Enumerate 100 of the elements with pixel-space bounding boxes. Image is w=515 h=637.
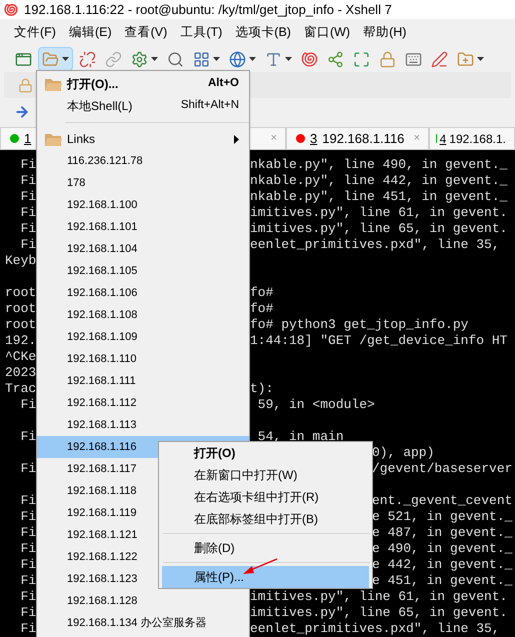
terminal-text: 59, in <module>: [256, 397, 375, 412]
menu-item[interactable]: 在右选项卡组中打开(R): [162, 486, 369, 508]
terminal-text: e 451, in gevent._: [372, 573, 512, 588]
tab[interactable]: 4 192.168.1.: [429, 127, 515, 150]
terminal-text: e 521, in gevent._: [372, 509, 512, 524]
terminal-text: 0), app): [372, 445, 434, 460]
menu-item[interactable]: 192.168.1.101: [37, 216, 249, 238]
menu-item[interactable]: 192.168.1.113: [37, 414, 249, 436]
terminal-text: Fi: [20, 189, 36, 204]
menu-item[interactable]: 删除(D): [162, 537, 369, 559]
menu-bar-item[interactable]: 查看(V): [124, 23, 168, 42]
terminal-text: root: [5, 301, 36, 316]
terminal-text: e 442, in gevent._: [372, 557, 512, 572]
app-logo-icon: [4, 2, 18, 16]
menu-bar-item[interactable]: 编辑(E): [68, 23, 112, 42]
terminal-text: 54, in main: [256, 429, 344, 444]
pen-icon: [431, 50, 448, 68]
terminal-text: nkable.py", line 442, in gevent._: [250, 173, 508, 188]
terminal-text: Fi: [20, 429, 36, 444]
terminal-text: Fi: [20, 605, 36, 620]
menu-item[interactable]: 178: [37, 172, 249, 194]
terminal-text: e 490, in gevent._: [372, 541, 512, 556]
terminal-text: Fi: [20, 525, 36, 540]
menu-item[interactable]: 在新窗口中打开(W): [162, 464, 369, 486]
fullscreen-icon: [353, 50, 370, 68]
menu-item[interactable]: 192.168.1.128: [37, 590, 249, 612]
terminal-text: Fi: [20, 237, 36, 252]
menu-item[interactable]: 192.168.1.106: [37, 282, 249, 304]
terminal-text: Fi: [20, 541, 36, 556]
menu-bar-item[interactable]: 工具(T): [180, 23, 222, 42]
pointer-arrow: [242, 558, 278, 576]
font-icon: [265, 50, 282, 68]
open-folder-icon: [42, 50, 59, 68]
submenu-arrow-icon: [234, 134, 239, 144]
terminal-text: Fi: [20, 461, 36, 476]
terminal-text: Fi: [20, 557, 36, 572]
terminal-text: fo#: [250, 301, 274, 316]
terminal-text: 2023: [5, 365, 36, 380]
menu-item[interactable]: 192.168.1.105: [37, 260, 249, 282]
terminal-text: Fi: [20, 221, 36, 236]
toolbar-button[interactable]: [38, 47, 73, 71]
caret-icon: [151, 57, 158, 61]
terminal-text: Fi: [20, 573, 36, 588]
terminal-text: Fi: [20, 493, 36, 508]
terminal-text: ^CKe: [5, 349, 36, 364]
terminal-text: ent._gevent_cevent: [372, 493, 512, 508]
terminal-text: imitives.py", line 65, in gevent.: [250, 221, 508, 236]
menu-bar-item[interactable]: 文件(F): [14, 23, 56, 42]
transfer-icon[interactable]: [14, 104, 30, 120]
terminal-text: Fi: [20, 589, 36, 604]
terminal-text: imitives.py", line 61, in gevent.: [250, 205, 508, 220]
menu-bar-item[interactable]: 窗口(W): [304, 23, 350, 42]
search-icon: [167, 50, 184, 68]
menu-item[interactable]: 192.168.1.134 办公室服务器: [37, 612, 249, 634]
new-session-icon: [15, 50, 32, 68]
menu-bar-item[interactable]: 帮助(H): [363, 23, 406, 42]
layout-icon: [193, 50, 210, 68]
terminal-text: root: [5, 317, 36, 332]
link-icon: [105, 50, 122, 68]
window-title: 192.168.1.116:22 - root@ubuntu: /ky/tml/get_jtop_info - Xshell 7: [24, 0, 392, 19]
terminal-text: nkable.py", line 451, in gevent._: [250, 189, 508, 204]
menu-item[interactable]: 在底部标签组中打开(B): [162, 508, 369, 530]
folder-icon: [45, 132, 62, 146]
terminal-text: nkable.py", line 490, in gevent._: [250, 157, 508, 172]
menu-item[interactable]: 本地Shell(L) Shift+Alt+N: [37, 95, 249, 117]
menu-item[interactable]: 192.168.1.111: [37, 370, 249, 392]
terminal-text: Fi: [20, 205, 36, 220]
terminal-text: root: [5, 285, 36, 300]
new-folder-icon: [457, 50, 474, 68]
caret-icon: [477, 57, 484, 61]
terminal-text: imitives.py", line 65, in gevent.: [250, 605, 508, 620]
menu-item[interactable]: 192.168.1.100: [37, 194, 249, 216]
terminal-text: fo#: [250, 285, 274, 300]
terminal-text: Fi: [20, 173, 36, 188]
menu-item[interactable]: Links: [37, 128, 249, 150]
menu-item[interactable]: 192.168.1.108: [37, 304, 249, 326]
menu-item[interactable]: 192.168.1.112: [37, 392, 249, 414]
keyboard-icon: [405, 50, 422, 68]
menu-item[interactable]: 192.168.1.110: [37, 348, 249, 370]
tab-label: 192.168.1.: [449, 130, 506, 148]
caret-icon: [285, 57, 292, 61]
terminal-text: Fi: [20, 157, 36, 172]
globe-icon: [229, 50, 246, 68]
terminal-text: imitives.py", line 61, in gevent.: [250, 589, 508, 604]
caret-icon: [62, 57, 69, 61]
terminal-text: Trac: [5, 381, 36, 396]
menu-item[interactable]: 打开(O)... Alt+O: [37, 73, 249, 95]
menu-item[interactable]: 192.168.1.109: [37, 326, 249, 348]
tab[interactable]: 3 192.168.1.116 ×: [286, 127, 429, 150]
terminal-text: /gevent/baseserver: [372, 461, 512, 476]
terminal-text: Fi: [20, 509, 36, 524]
terminal-text: e 487, in gevent._: [372, 525, 512, 540]
share-icon: [327, 50, 344, 68]
menu-bar-item[interactable]: 选项卡(B): [235, 23, 291, 42]
terminal-text: t):: [250, 381, 274, 396]
menu-item[interactable]: 属性(P)...: [162, 566, 369, 588]
menu-item[interactable]: 192.168.1.104: [37, 238, 249, 260]
menu-item[interactable]: 116.236.121.78: [37, 150, 249, 172]
terminal-text: 192.: [5, 333, 36, 348]
terminal-text: eenlet_primitives.pxd", line 35,: [250, 621, 500, 636]
